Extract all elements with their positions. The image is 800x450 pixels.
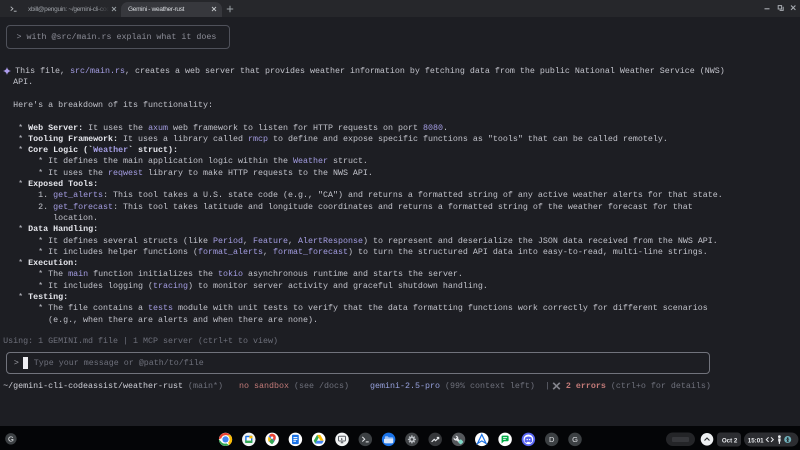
svg-text:G: G	[572, 435, 578, 444]
svg-text:D: D	[549, 435, 555, 444]
svg-text:Oct 2: Oct 2	[722, 437, 738, 444]
svg-text:15:01: 15:01	[748, 437, 764, 444]
svg-text:G: G	[8, 434, 14, 443]
